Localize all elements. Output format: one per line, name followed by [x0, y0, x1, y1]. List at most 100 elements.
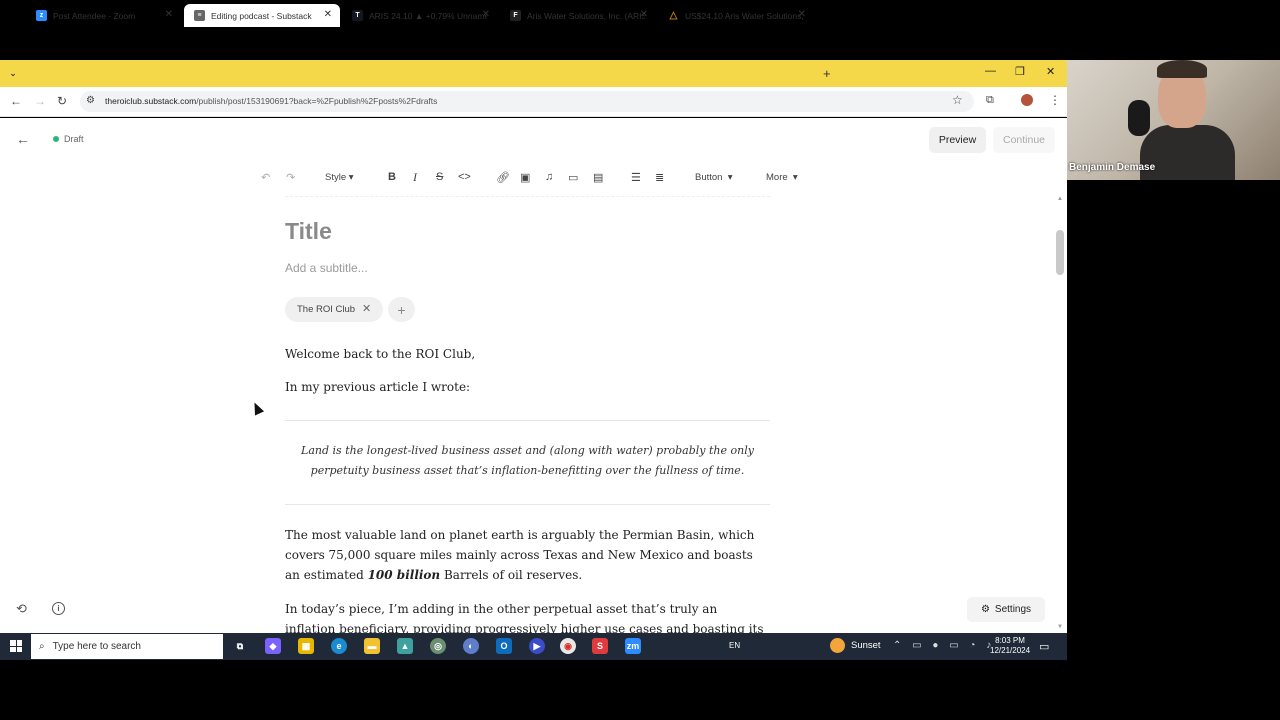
tab-title: Editing podcast - Substack [211, 10, 312, 21]
tab-simplywallst[interactable]: △ US$24.10 Aris Water Solutions, ✕ [658, 4, 814, 27]
button-dropdown[interactable]: Button ▾ [695, 169, 733, 185]
style-dropdown-label: Style [325, 171, 347, 183]
numbered-list-icon[interactable]: ≣ [655, 169, 664, 185]
audio-icon[interactable]: ♫ [545, 169, 553, 185]
bookmark-star-icon[interactable]: ☆ [952, 93, 963, 107]
remove-publication-icon[interactable]: ✕ [362, 302, 371, 315]
reload-icon[interactable]: ↻ [57, 94, 67, 108]
speaker-hair [1157, 60, 1207, 78]
draft-status-dot [53, 136, 59, 142]
close-tab-icon[interactable]: ✕ [798, 9, 806, 20]
back-icon[interactable]: ← [10, 94, 22, 108]
site-info-icon[interactable]: ⚙ [86, 95, 95, 106]
browser-tab-bar [0, 60, 1067, 87]
scrollbar-thumb[interactable] [1056, 230, 1064, 275]
browser-menu-icon[interactable]: ⋮ [1049, 93, 1061, 107]
notification-icon[interactable]: ▭ [1039, 640, 1049, 653]
app-icon[interactable]: ◎ [430, 638, 446, 654]
editor-back-icon[interactable]: ← [16, 131, 30, 147]
link-icon[interactable]: 🔗︎ [496, 169, 510, 185]
close-tab-icon[interactable]: ✕ [165, 9, 173, 20]
tab-zoom[interactable]: z Post Attendee - Zoom ✕ [26, 4, 181, 27]
task-view-icon[interactable]: ⧉ [232, 638, 248, 654]
restore-icon[interactable]: ❐ [1015, 65, 1025, 78]
language-indicator[interactable]: EN [729, 641, 740, 650]
image-icon[interactable]: ▣ [520, 169, 530, 185]
bold-icon[interactable]: B [388, 169, 396, 185]
close-tab-icon[interactable]: ✕ [324, 9, 332, 20]
undo-icon[interactable]: ↶ [261, 169, 270, 185]
redo-icon[interactable]: ↷ [286, 169, 295, 185]
system-tray-icons[interactable]: ⌃ ▭ ● ▭ ◔ ♪ [893, 640, 995, 651]
substack-icon: ≡ [194, 10, 205, 21]
close-tab-icon[interactable]: ✕ [482, 9, 490, 20]
draft-status-label: Draft [64, 134, 84, 144]
close-tab-icon[interactable]: ✕ [640, 9, 648, 20]
version-history-icon[interactable]: ⟲ [16, 601, 27, 617]
weather-label: Sunset [851, 640, 881, 651]
clock-time: 8:03 PM [995, 636, 1025, 645]
tab-title: US$24.10 Aris Water Solutions, [685, 10, 803, 21]
app-icon[interactable]: ◐ [463, 638, 479, 654]
paragraph[interactable]: The most valuable land on planet earth i… [285, 525, 770, 585]
windows-start-icon[interactable] [10, 640, 22, 652]
minimize-icon[interactable]: — [985, 65, 996, 77]
pullquote-divider-bottom [285, 504, 770, 505]
taskbar-search-placeholder: Type here to search [52, 641, 141, 652]
app-icon[interactable]: ▶ [529, 638, 545, 654]
preview-button[interactable]: Preview [929, 127, 986, 153]
post-subtitle-input[interactable]: Add a subtitle... [285, 261, 368, 275]
search-icon: ⌕ [39, 641, 45, 652]
toolbar-divider [285, 196, 770, 197]
tab-title: Post Attendee - Zoom [53, 10, 136, 21]
paragraph[interactable]: In today’s piece, I’m adding in the othe… [285, 599, 770, 633]
scroll-down-icon[interactable]: ▼ [1057, 624, 1063, 630]
info-icon[interactable]: i [52, 602, 65, 615]
pullquote[interactable]: Land is the longest-lived business asset… [290, 441, 765, 481]
settings-button[interactable]: ⚙ Settings [967, 597, 1045, 622]
strikethrough-icon[interactable]: S [436, 169, 443, 185]
profile-avatar[interactable] [1021, 94, 1033, 106]
extensions-icon[interactable]: ⧉ [986, 94, 994, 107]
zoom-taskbar-icon[interactable]: zm [625, 638, 641, 654]
scroll-up-icon[interactable]: ▲ [1057, 196, 1063, 202]
paragraph[interactable]: In my previous article I wrote: [285, 377, 470, 397]
taskbar-clock[interactable]: 8:03 PM 12/21/2024 [990, 636, 1030, 656]
tab-substack[interactable]: ≡ Editing podcast - Substack ✕ [184, 4, 340, 27]
video-icon[interactable]: ▭ [568, 169, 578, 185]
bullet-list-icon[interactable]: ☰ [631, 169, 641, 185]
copilot-icon[interactable]: ◆ [265, 638, 281, 654]
taskbar-search-input[interactable]: ⌕ Type here to search [31, 634, 223, 659]
chrome-icon[interactable]: ◉ [560, 638, 576, 654]
code-icon[interactable]: <> [458, 169, 471, 185]
file-explorer-icon[interactable]: ▬ [364, 638, 380, 654]
outlook-icon[interactable]: O [496, 638, 512, 654]
app-icon[interactable]: ▲ [397, 638, 413, 654]
forward-icon[interactable]: → [34, 94, 46, 108]
paragraph[interactable]: Welcome back to the ROI Club, [285, 344, 475, 364]
new-tab-plus-icon[interactable]: + [823, 66, 831, 81]
weather-widget[interactable]: Sunset [830, 638, 881, 653]
tab-search-icon[interactable]: ⌄ [6, 66, 20, 80]
gear-icon: ⚙ [980, 604, 990, 615]
tab-title: ARIS 24.10 ▲ +0.79% Unname [369, 10, 487, 21]
url-path: /publish/post/153190691?back=%2Fpublish%… [196, 96, 438, 106]
continue-button[interactable]: Continue [993, 127, 1055, 153]
comment-icon[interactable]: ▤ [593, 169, 603, 185]
app-icon[interactable]: S [592, 638, 608, 654]
store-icon[interactable]: ▦ [298, 638, 314, 654]
paragraph-text: Barrels of oil reserves. [440, 568, 583, 582]
tab-finviz[interactable]: F Aris Water Solutions, Inc. (ARIS ✕ [500, 4, 656, 27]
post-title-input[interactable]: Title [285, 218, 332, 245]
url-host: theroiclub.substack.com [105, 96, 197, 106]
microphone-icon [1128, 100, 1150, 136]
edge-icon[interactable]: e [331, 638, 347, 654]
zoom-icon: z [36, 10, 47, 21]
style-dropdown[interactable]: Style ▾ [325, 169, 354, 185]
italic-icon[interactable]: I [413, 169, 417, 185]
add-publication-icon[interactable]: + [388, 297, 415, 322]
close-window-icon[interactable]: ✕ [1046, 65, 1055, 78]
settings-label: Settings [994, 604, 1032, 615]
more-dropdown[interactable]: More ▾ [766, 169, 798, 185]
tab-tradingview[interactable]: T ARIS 24.10 ▲ +0.79% Unname ✕ [342, 4, 498, 27]
